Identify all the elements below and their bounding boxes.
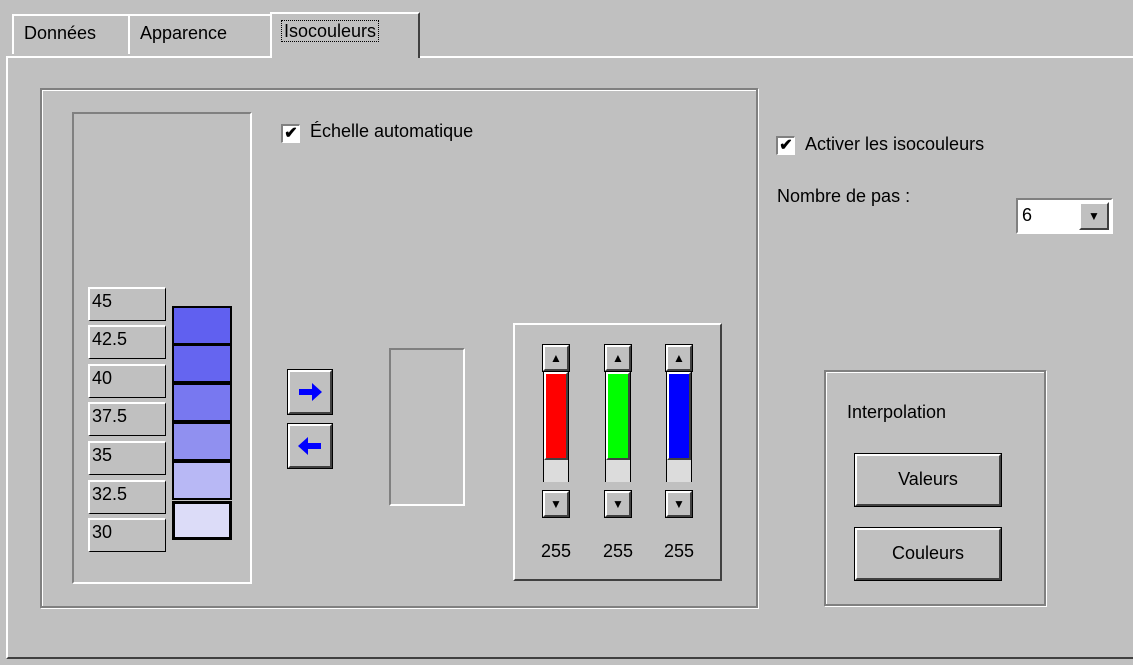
scale-value-37-5[interactable]: 37.5 xyxy=(88,402,166,436)
tab-apparence-label: Apparence xyxy=(140,23,228,43)
red-up-button[interactable]: ▲ xyxy=(542,344,570,372)
green-value: 255 xyxy=(602,541,634,561)
arrow-down-icon: ▼ xyxy=(673,497,685,511)
arrow-right-icon xyxy=(299,383,322,401)
green-thumb[interactable] xyxy=(606,372,630,460)
arrow-left-icon xyxy=(298,437,321,455)
auto-scale-label: Échelle automatique xyxy=(310,121,474,141)
arrow-up-icon: ▲ xyxy=(612,351,624,365)
scale-value-42-5[interactable]: 42.5 xyxy=(88,325,166,359)
interpolation-title: Interpolation xyxy=(847,402,947,422)
green-up-button[interactable]: ▲ xyxy=(604,344,632,372)
tab-donnees-label: Données xyxy=(24,23,97,43)
scale-value-30[interactable]: 30 xyxy=(88,518,166,552)
blue-thumb[interactable] xyxy=(667,372,691,460)
steps-select[interactable]: 6 ▼ xyxy=(1016,198,1113,234)
colors-button[interactable]: Couleurs xyxy=(854,527,1002,581)
checkmark-icon: ✔ xyxy=(284,125,298,142)
red-scrollbar[interactable] xyxy=(543,372,569,482)
steps-value: 6 xyxy=(1022,205,1033,225)
values-button[interactable]: Valeurs xyxy=(854,453,1002,507)
color-swatch-2[interactable] xyxy=(172,344,232,383)
color-swatch-1[interactable] xyxy=(172,306,232,345)
scale-value-40[interactable]: 40 xyxy=(88,364,166,398)
green-down-button[interactable]: ▼ xyxy=(604,490,632,518)
blue-scrollbar[interactable] xyxy=(666,372,692,482)
steps-dropdown-button[interactable]: ▼ xyxy=(1079,202,1109,230)
tab-isocouleurs[interactable]: Isocouleurs xyxy=(270,12,420,58)
checkmark-icon: ✔ xyxy=(779,137,793,154)
tab-apparence[interactable]: Apparence xyxy=(128,14,272,54)
red-down-button[interactable]: ▼ xyxy=(542,490,570,518)
color-swatch-5[interactable] xyxy=(172,461,232,500)
scale-value-35[interactable]: 35 xyxy=(88,441,166,475)
arrow-down-icon: ▼ xyxy=(550,497,562,511)
tab-isocouleurs-label: Isocouleurs xyxy=(280,20,380,42)
red-value: 255 xyxy=(540,541,572,561)
auto-scale-checkbox[interactable]: ✔ xyxy=(281,124,300,143)
arrow-down-icon: ▼ xyxy=(612,497,624,511)
blue-value: 255 xyxy=(663,541,695,561)
scale-value-45[interactable]: 45 xyxy=(88,287,166,321)
arrow-up-icon: ▲ xyxy=(550,351,562,365)
blue-up-button[interactable]: ▲ xyxy=(665,344,693,372)
enable-isocolors-checkbox[interactable]: ✔ xyxy=(776,136,795,155)
arrow-up-icon: ▲ xyxy=(673,351,685,365)
chevron-down-icon: ▼ xyxy=(1088,209,1100,223)
color-swatch-6-selected[interactable] xyxy=(172,501,232,540)
move-right-button[interactable] xyxy=(287,369,333,415)
scale-value-32-5[interactable]: 32.5 xyxy=(88,480,166,514)
tab-donnees[interactable]: Données xyxy=(12,14,130,54)
enable-isocolors-label: Activer les isocouleurs xyxy=(805,134,985,154)
green-scrollbar[interactable] xyxy=(605,372,631,482)
move-left-button[interactable] xyxy=(287,423,333,469)
color-swatch-4[interactable] xyxy=(172,422,232,461)
color-swatch-3[interactable] xyxy=(172,383,232,422)
red-thumb[interactable] xyxy=(544,372,568,460)
steps-label: Nombre de pas : xyxy=(777,186,911,206)
color-preview xyxy=(389,348,465,506)
blue-down-button[interactable]: ▼ xyxy=(665,490,693,518)
